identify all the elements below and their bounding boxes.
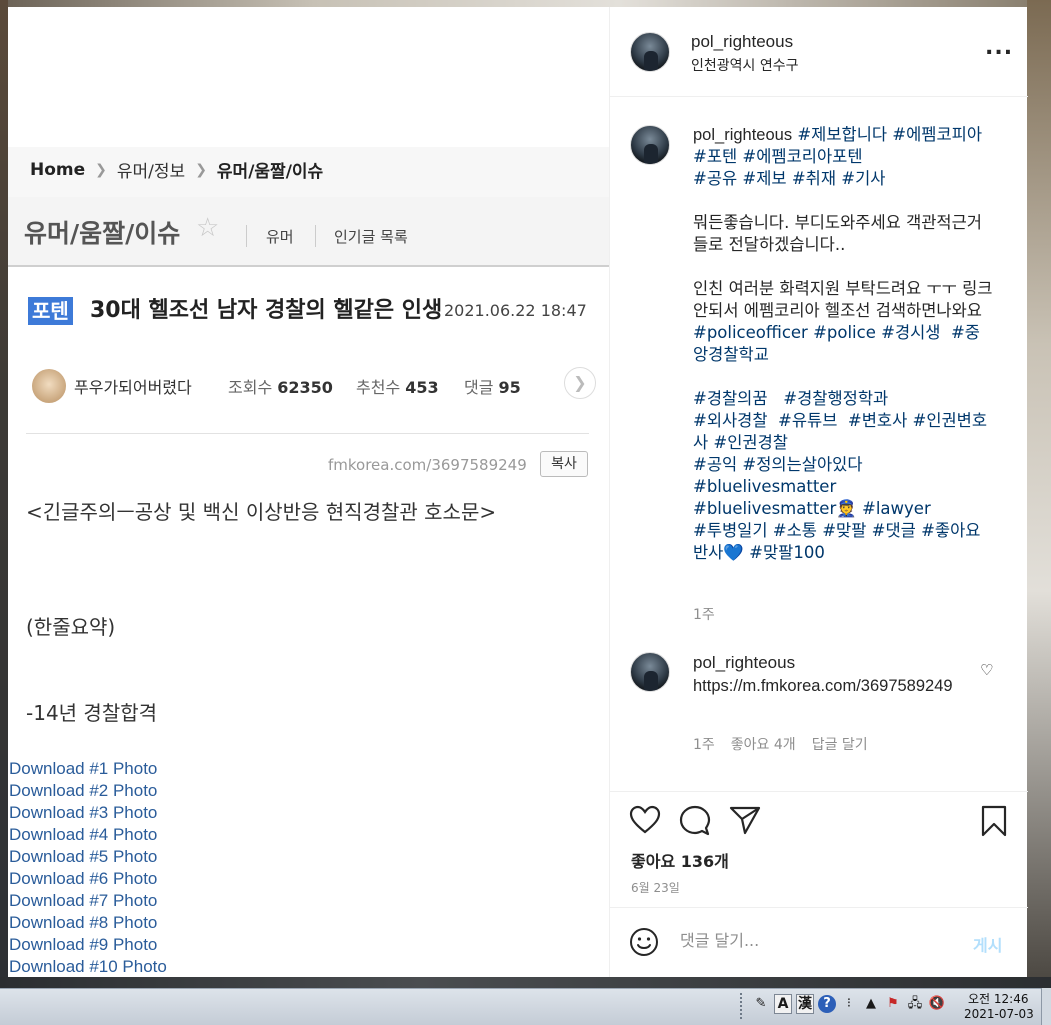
post-url: fmkorea.com/3697589249 [328, 456, 527, 474]
chevron-right-icon: ❯ [564, 367, 596, 399]
post-image[interactable]: Home ❯ 유머/정보 ❯ 유머/움짤/이슈 유머/움짤/이슈 ☆ 유머 인기… [8, 7, 609, 977]
breadcrumb-level1: 유머/정보 [116, 162, 186, 182]
header-username[interactable]: pol_righteous [691, 32, 793, 52]
download-link[interactable]: Download #1 Photo [9, 758, 167, 780]
divider [246, 225, 247, 247]
clock-date[interactable]: 2021-07-03 [964, 1007, 1034, 1021]
caption-time: 1주 [693, 607, 715, 623]
share-icon[interactable] [729, 805, 761, 835]
action-center-icon[interactable]: ⚑ [884, 995, 902, 1013]
comments-count: 95 [498, 378, 521, 397]
volume-muted-icon[interactable]: 🔇 [928, 995, 946, 1013]
divider [610, 791, 1028, 792]
post-body-line: <긴글주의ㅡ공상 및 백신 이상반응 현직경찰관 호소문> [26, 500, 497, 524]
post-caption: pol_righteous #제보합니다 #에펨코피아 #포텐 #에펨코리아포텐… [693, 124, 993, 564]
tray-grip[interactable] [740, 993, 744, 1019]
avatar[interactable] [630, 125, 670, 165]
emoji-icon[interactable] [629, 927, 659, 957]
comment-username[interactable]: pol_righteous [693, 653, 795, 673]
show-hidden-icons-icon[interactable]: ▲ [862, 995, 880, 1013]
bookmark-icon[interactable] [980, 805, 1008, 837]
recommend-stat: 추천수 453 [356, 374, 439, 398]
post-header: pol_righteous 인천광역시 연수구 ... [610, 7, 1028, 97]
copy-button: 복사 [540, 451, 588, 477]
download-link[interactable]: Download #2 Photo [9, 780, 167, 802]
background-right [1027, 0, 1051, 985]
background-bottom [0, 977, 1051, 988]
download-link[interactable]: Download #9 Photo [9, 934, 167, 956]
more-options-icon[interactable]: ... [985, 35, 1013, 60]
language-bar-icon[interactable]: ✎ [752, 995, 770, 1013]
show-desktop-button[interactable] [1041, 988, 1051, 1025]
post-date: 6월 23일 [631, 881, 680, 895]
views-stat: 조회수 62350 [228, 374, 333, 398]
likes-count[interactable]: 좋아요 136개 [631, 848, 729, 872]
recommend-count: 453 [405, 378, 439, 397]
download-link[interactable]: Download #3 Photo [9, 802, 167, 824]
comment-input[interactable] [680, 931, 960, 950]
header-location[interactable]: 인천광역시 연수구 [691, 55, 799, 75]
comment-meta: 1주 좋아요 4개 답글 달기 [693, 734, 868, 754]
comment-likes[interactable]: 좋아요 4개 [731, 734, 796, 754]
comment-time: 1주 [693, 737, 715, 753]
caption-text: 뭐든좋습니다. 부디도와주세요 객관적근거들로 전달하겠습니다.. 인친 여러분… [693, 213, 993, 320]
ime-options-icon[interactable]: ⁝ [840, 995, 858, 1013]
post-comment-button[interactable]: 게시 [973, 932, 1002, 956]
instagram-panel: pol_righteous 인천광역시 연수구 ... pol_righteou… [609, 7, 1028, 977]
author-avatar [32, 369, 66, 403]
recommend-label: 추천수 [356, 378, 401, 397]
comment-icon[interactable] [679, 805, 711, 837]
breadcrumb-level2: 유머/움짤/이슈 [216, 162, 324, 182]
avatar[interactable] [630, 652, 670, 692]
reply-button[interactable]: 답글 달기 [812, 734, 868, 754]
download-link[interactable]: Download #4 Photo [9, 824, 167, 846]
help-icon[interactable]: ? [818, 995, 836, 1013]
heart-icon[interactable] [629, 805, 661, 835]
breadcrumb-home: Home [30, 159, 86, 180]
download-link[interactable]: Download #10 Photo [9, 956, 167, 977]
download-list: Download #1 Photo Download #2 Photo Down… [9, 758, 167, 977]
author-name: 푸우가되어버렸다 [74, 378, 192, 397]
divider [610, 907, 1028, 908]
system-tray: ✎ A 漢 ? ⁝ ▲ ⚑ 🖧 🔇 [752, 994, 946, 1014]
download-link[interactable]: Download #7 Photo [9, 890, 167, 912]
background-left [0, 0, 8, 985]
post-tag-badge: 포텐 [28, 297, 73, 325]
post-body-line: -14년 경찰합격 [26, 701, 158, 725]
board-link-popular: 인기글 목록 [334, 228, 408, 246]
board-title: 유머/움짤/이슈 [24, 219, 181, 248]
views-count: 62350 [277, 378, 333, 397]
divider [315, 225, 316, 247]
download-link[interactable]: Download #8 Photo [9, 912, 167, 934]
caption-hashtags[interactable]: #policeofficer #police #경시생 #중앙경찰학교 #경찰의… [693, 323, 987, 562]
download-link[interactable]: Download #5 Photo [9, 846, 167, 868]
comment-text[interactable]: https://m.fmkorea.com/3697589249 [693, 675, 963, 697]
comments-label: 댓글 [464, 378, 494, 397]
chevron-right-icon: ❯ [95, 161, 107, 178]
clock-time[interactable]: 오전 12:46 [968, 990, 1028, 1007]
download-link[interactable]: Download #6 Photo [9, 868, 167, 890]
divider [26, 433, 589, 434]
board-link-humor: 유머 [266, 228, 294, 246]
star-icon: ☆ [196, 213, 220, 243]
views-label: 조회수 [228, 378, 273, 397]
background-top [8, 0, 1027, 7]
comments-stat: 댓글 95 [464, 374, 521, 398]
network-icon[interactable]: 🖧 [906, 995, 924, 1013]
chevron-right-icon: ❯ [195, 161, 207, 178]
heart-icon[interactable]: ♡ [980, 661, 993, 679]
ime-hanja-indicator[interactable]: 漢 [796, 994, 814, 1014]
ime-mode-indicator[interactable]: A [774, 994, 792, 1014]
breadcrumb: Home ❯ 유머/정보 ❯ 유머/움짤/이슈 [30, 157, 324, 183]
post-body-line: (한줄요약) [26, 615, 116, 639]
post-date: 2021.06.22 18:47 [444, 301, 587, 320]
avatar[interactable] [630, 32, 670, 72]
post-title: 30대 헬조선 남자 경찰의 헬같은 인생 [90, 298, 443, 323]
caption-username[interactable]: pol_righteous [693, 126, 792, 144]
